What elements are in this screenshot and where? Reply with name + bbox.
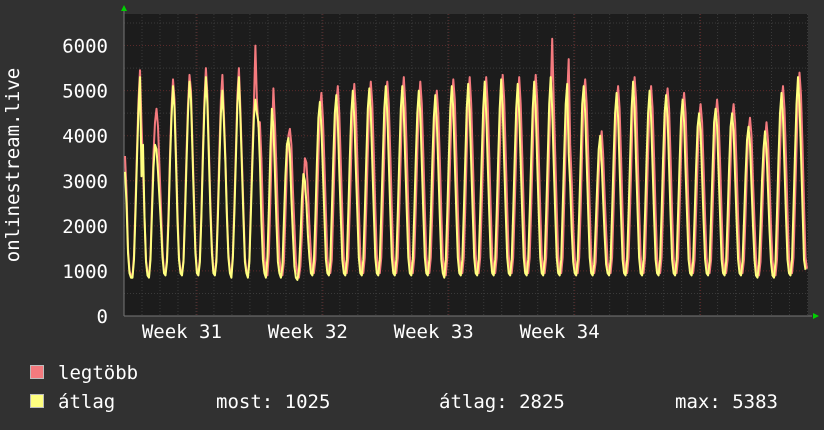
x-tick-label: Week 34	[520, 321, 600, 343]
legend-swatch-max	[30, 365, 44, 379]
legend-item-avg: átlag most: 1025 átlag: 2825 max: 5383	[30, 391, 820, 413]
legend-swatch-avg	[30, 394, 44, 408]
y-tick-label: 4000	[62, 126, 108, 148]
y-axis-arrow-icon	[121, 5, 127, 11]
y-tick-label: 1000	[62, 261, 108, 283]
legend-label-avg: átlag	[58, 391, 116, 413]
stat-max: max: 5383	[675, 391, 778, 413]
stat-average: átlag: 2825	[439, 391, 565, 413]
y-tick-label: 5000	[62, 81, 108, 103]
y-tick-label: 3000	[62, 171, 108, 193]
x-tick-label: Week 31	[142, 321, 222, 343]
y-tick-label: 0	[97, 306, 108, 328]
stat-now: most: 1025	[216, 391, 331, 413]
legend-label-max: legtöbb	[58, 362, 139, 384]
y-tick-label: 6000	[62, 36, 108, 58]
x-tick-label: Week 32	[268, 321, 348, 343]
y-axis-label: onlinestream.live	[2, 68, 24, 262]
x-tick-label: Week 33	[394, 321, 474, 343]
y-tick-label: 2000	[62, 216, 108, 238]
x-axis-arrow-icon	[813, 313, 819, 319]
